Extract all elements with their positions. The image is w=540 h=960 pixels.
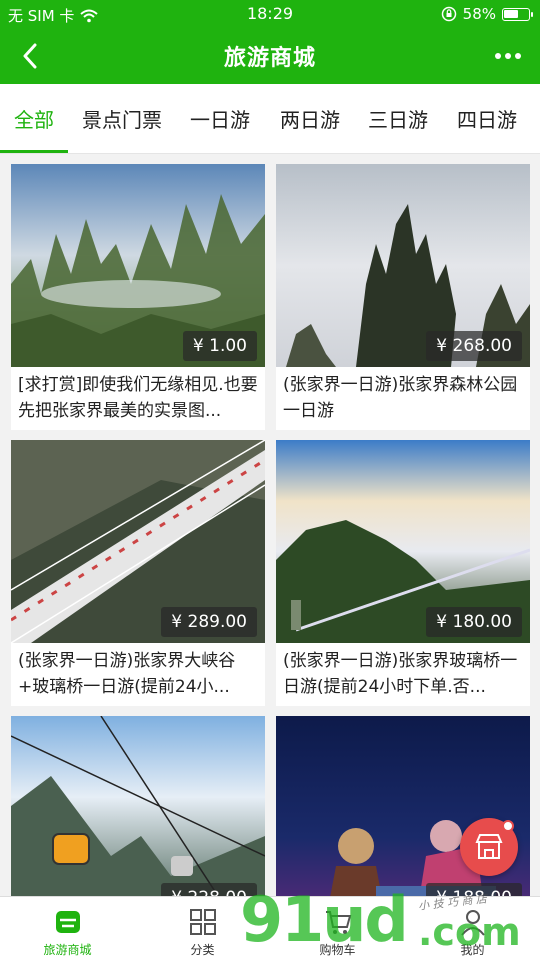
product-card[interactable]: ¥ 289.00 (张家界一日游)张家界大峡谷+玻璃桥一日游(提前24小...	[11, 440, 265, 706]
price-tag: ¥ 188.00	[426, 883, 522, 896]
tab-tickets[interactable]: 景点门票	[82, 104, 162, 133]
tab-three-day[interactable]: 三日游	[368, 104, 428, 133]
nav-label: 我的	[460, 943, 485, 957]
tab-four-day[interactable]: 四日游	[457, 104, 517, 133]
tab-one-day[interactable]: 一日游	[190, 104, 250, 133]
price-tag: ¥ 289.00	[161, 607, 257, 637]
status-bar: 无 SIM 卡 18:29 58%	[0, 0, 540, 28]
product-grid: ¥ 1.00 [求打赏]即使我们无缘相见.也要先把张家界最美的实景图... ¥ …	[0, 154, 540, 896]
rotation-lock-icon	[441, 6, 456, 22]
product-title: (张家界一日游)张家界森林公园一日游	[283, 375, 518, 421]
product-title: [求打赏]即使我们无缘相见.也要先把张家界最美的实景图...	[18, 375, 258, 421]
nav-bar: 旅游商城	[0, 28, 540, 84]
product-image	[11, 716, 265, 896]
price-tag: ¥ 268.00	[426, 331, 522, 361]
battery-icon	[502, 7, 533, 21]
shop-icon	[475, 834, 503, 859]
product-title: (张家界一日游)张家界大峡谷+玻璃桥一日游(提前24小...	[18, 651, 236, 697]
price-tag: ¥ 180.00	[426, 607, 522, 637]
category-tabs: 全部 景点门票 一日游 两日游 三日游 四日游	[0, 84, 540, 154]
more-dot	[495, 53, 501, 59]
nav-cart[interactable]: 购物车	[270, 897, 405, 960]
notification-dot	[502, 820, 514, 832]
user-icon	[456, 905, 490, 939]
product-card[interactable]: ¥ 1.00 [求打赏]即使我们无缘相见.也要先把张家界最美的实景图...	[11, 164, 265, 430]
store-icon	[51, 905, 85, 939]
more-button[interactable]	[488, 36, 528, 76]
cart-icon	[321, 905, 355, 939]
bottom-nav: 旅游商城 分类 购物车 我的	[0, 896, 540, 960]
nav-store[interactable]: 旅游商城	[0, 897, 135, 960]
tab-two-day[interactable]: 两日游	[280, 104, 340, 133]
price-tag: ¥ 1.00	[182, 331, 257, 361]
floating-shop-button[interactable]	[460, 818, 518, 876]
product-title: (张家界一日游)张家界玻璃桥一日游(提前24小时下单.否...	[283, 651, 518, 697]
page-title: 旅游商城	[223, 46, 316, 71]
tab-all[interactable]: 全部	[14, 104, 54, 133]
product-card[interactable]: ¥ 180.00 (张家界一日游)张家界玻璃桥一日游(提前24小时下单.否...	[276, 440, 530, 706]
tab-active-indicator	[0, 150, 68, 153]
more-dot	[515, 53, 521, 59]
status-right: 58%	[441, 5, 533, 23]
nav-label: 购物车	[319, 943, 356, 957]
nav-label: 分类	[190, 943, 215, 957]
more-dot	[505, 53, 511, 59]
price-tag: ¥ 228.00	[161, 883, 257, 896]
nav-profile[interactable]: 我的	[405, 897, 540, 960]
nav-label: 旅游商城	[43, 943, 92, 957]
grid-icon	[186, 905, 220, 939]
product-card[interactable]: ¥ 228.00	[11, 716, 265, 896]
top-bar: 无 SIM 卡 18:29 58% 旅游商城	[0, 0, 540, 84]
nav-category[interactable]: 分类	[135, 897, 270, 960]
product-card[interactable]: ¥ 268.00 (张家界一日游)张家界森林公园一日游	[276, 164, 530, 430]
battery-percent: 58%	[462, 5, 496, 23]
